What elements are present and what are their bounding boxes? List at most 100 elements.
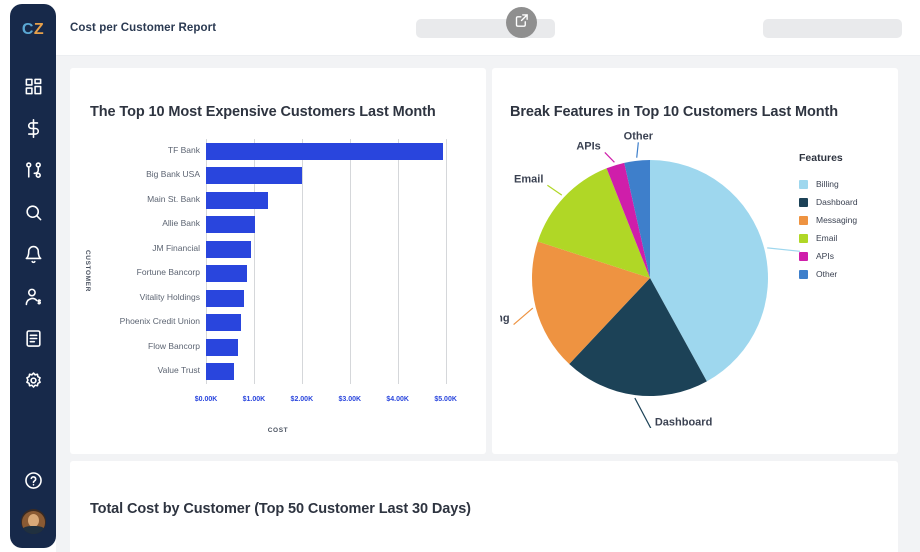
- legend-item[interactable]: Billing: [799, 175, 909, 193]
- legend-label: Email: [816, 233, 838, 243]
- pie-chart: BillingDashboardMessagingEmailAPIsOther …: [492, 68, 898, 454]
- sidebar-item-dashboard[interactable]: [10, 65, 56, 107]
- legend-swatch: [799, 233, 808, 243]
- bar-row[interactable]: JM Financial: [152, 240, 251, 258]
- bar-row[interactable]: Allie Bank: [162, 216, 255, 234]
- gridline: [349, 139, 351, 384]
- logo-letter-c: C: [21, 21, 34, 38]
- pie-leader-line: [767, 247, 800, 252]
- help-circle-icon: [24, 471, 43, 490]
- bar-row[interactable]: Vitality Holdings: [140, 289, 244, 307]
- total-cost-card: Total Cost by Customer (Top 50 Customer …: [70, 461, 898, 552]
- pie-legend: Features Billing Dashboard Messaging Email A…: [799, 152, 909, 283]
- pie-slice-label: Email: [514, 173, 543, 185]
- legend-item[interactable]: Dashboard: [799, 193, 909, 211]
- pie-leader-line: [513, 307, 534, 326]
- bar-fill[interactable]: [206, 338, 238, 356]
- sidebar-item-search[interactable]: [10, 191, 56, 233]
- legend-label: Dashboard: [816, 197, 858, 207]
- sidebar-item-help[interactable]: [10, 459, 56, 501]
- bar-category-label: JM Financial: [152, 242, 200, 253]
- external-link-icon: [514, 13, 529, 33]
- bar-fill[interactable]: [206, 363, 235, 381]
- pie-svg: BillingDashboardMessagingEmailAPIsOther: [500, 130, 800, 428]
- cursor-indicator: [506, 7, 537, 38]
- bar-chart-card: The Top 10 Most Expensive Customers Last…: [70, 68, 486, 454]
- x-axis-tick: $0.00K: [194, 396, 218, 403]
- bar-category-label: Allie Bank: [162, 218, 200, 229]
- bar-y-axis-title: CUSTOMER: [84, 250, 91, 292]
- bar-row[interactable]: Main St. Bank: [147, 191, 268, 209]
- branch-icon: [24, 161, 43, 180]
- pie-slice-label: Messaging: [500, 313, 510, 325]
- pie-leader-line: [604, 152, 615, 163]
- bar-fill[interactable]: [206, 314, 241, 332]
- bar-x-axis-title: COST: [267, 427, 289, 434]
- sidebar-item-settings[interactable]: [10, 359, 56, 401]
- x-axis-tick: $3.00K: [338, 396, 362, 403]
- sidebar-item-customers[interactable]: [10, 275, 56, 317]
- bar-fill[interactable]: [206, 265, 247, 283]
- avatar[interactable]: [20, 509, 46, 534]
- bar-fill[interactable]: [206, 240, 251, 258]
- legend-title: Features: [799, 152, 843, 164]
- bar-row[interactable]: TF Bank: [168, 142, 444, 160]
- bar-category-label: Fortune Bancorp: [136, 267, 200, 278]
- bell-icon: [24, 245, 43, 264]
- bar-plot-area: $0.00K $1.00K $2.00K $3.00K $4.00K $5.00K TF B…: [120, 139, 460, 403]
- legend-item[interactable]: APIs: [799, 247, 909, 265]
- pie-slice-label: Dashboard: [655, 416, 712, 428]
- dollar-icon: [24, 118, 43, 138]
- bar-category-label: Flow Bancorp: [148, 340, 200, 351]
- pie-leader-line: [634, 397, 652, 428]
- search-icon: [24, 203, 43, 222]
- legend-items: Billing Dashboard Messaging Email APIs Other: [799, 175, 909, 283]
- legend-swatch: [799, 215, 808, 225]
- legend-swatch: [799, 179, 808, 189]
- legend-item[interactable]: Other: [799, 265, 909, 283]
- bar-row[interactable]: Flow Bancorp: [148, 338, 238, 356]
- sidebar-bottom: [10, 459, 56, 548]
- pie-chart-card: Break Features in Top 10 Customers Last …: [492, 68, 898, 454]
- bar-row[interactable]: Phoenix Credit Union: [120, 314, 241, 332]
- bar-category-label: Phoenix Credit Union: [119, 316, 200, 327]
- legend-label: APIs: [816, 251, 834, 261]
- pie-leader-line: [547, 184, 563, 196]
- legend-label: Other: [816, 269, 838, 279]
- sidebar-item-workflows[interactable]: [10, 149, 56, 191]
- charts-row: The Top 10 Most Expensive Customers Last…: [70, 68, 898, 454]
- bar-category-label: Main St. Bank: [147, 193, 200, 204]
- user-icon: [24, 287, 43, 306]
- sidebar-nav: [10, 65, 56, 401]
- sidebar-item-notifications[interactable]: [10, 233, 56, 275]
- bar-fill[interactable]: [206, 142, 444, 160]
- avatar-body: [22, 526, 44, 534]
- logo-letter-z: Z: [33, 21, 45, 38]
- legend-label: Billing: [816, 179, 839, 189]
- header-placeholder-right[interactable]: [763, 19, 902, 38]
- bar-row[interactable]: Value Trust: [158, 363, 235, 381]
- bar-category-label: Vitality Holdings: [139, 291, 200, 302]
- app-logo[interactable]: CZ: [22, 21, 44, 39]
- legend-item[interactable]: Email: [799, 229, 909, 247]
- bar-fill[interactable]: [206, 191, 268, 209]
- sidebar: CZ: [10, 4, 56, 548]
- sidebar-item-billing[interactable]: [10, 107, 56, 149]
- x-axis-tick: $4.00K: [386, 396, 409, 403]
- bar-fill[interactable]: [206, 289, 244, 307]
- bar-row[interactable]: Big Bank USA: [146, 167, 303, 185]
- gridline: [397, 139, 399, 384]
- legend-label: Messaging: [816, 215, 858, 225]
- bar-category-label: Value Trust: [157, 365, 200, 376]
- legend-swatch: [799, 269, 808, 279]
- sidebar-item-reports[interactable]: [10, 317, 56, 359]
- bar-fill[interactable]: [206, 216, 255, 234]
- page-title: Cost per Customer Report: [70, 22, 217, 34]
- bar-fill[interactable]: [206, 167, 303, 185]
- legend-item[interactable]: Messaging: [799, 211, 909, 229]
- grid-icon: [24, 77, 43, 96]
- bar-category-label: Big Bank USA: [146, 169, 200, 180]
- bar-row[interactable]: Fortune Bancorp: [137, 265, 247, 283]
- x-axis-tick: $1.00K: [242, 396, 266, 403]
- bar-category-label: TF Bank: [167, 144, 200, 155]
